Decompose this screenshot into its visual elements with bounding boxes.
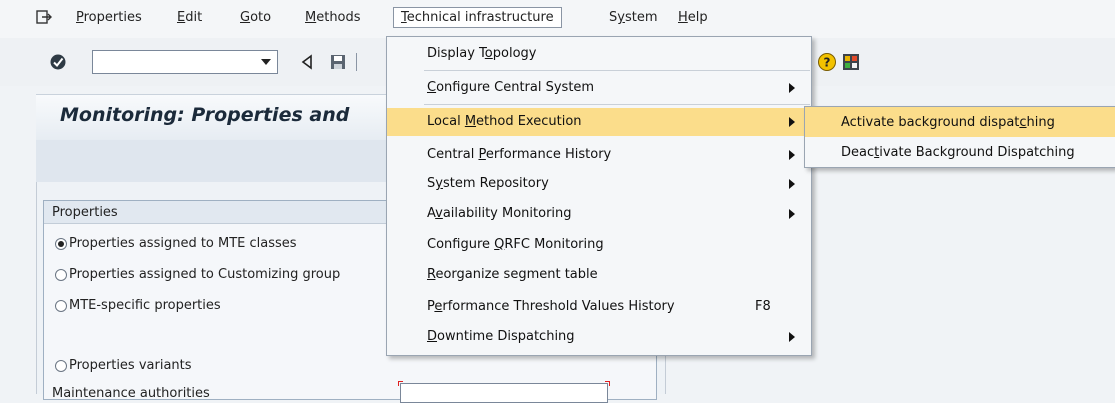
- radio-customizing-group[interactable]: [55, 269, 67, 281]
- menu-item-configure-qrfc-monitoring[interactable]: Configure QRFC Monitoring: [387, 231, 811, 259]
- radio-mte-classes[interactable]: [55, 238, 67, 250]
- page-title: Monitoring: Properties and: [60, 104, 350, 126]
- menu-methods[interactable]: Methods: [305, 10, 361, 25]
- toolbar-separator: [356, 53, 357, 71]
- check-icon[interactable]: [50, 54, 66, 70]
- menu-separator: [424, 104, 810, 105]
- back-icon[interactable]: [300, 54, 314, 70]
- command-field[interactable]: [92, 50, 278, 74]
- save-icon[interactable]: [330, 54, 346, 70]
- submenu-arrow-icon: [789, 83, 795, 93]
- menu-item-label: System Repository: [427, 176, 549, 191]
- submenu-item-activate-dispatching[interactable]: Activate background dispatching: [805, 107, 1115, 137]
- menu-item-downtime-dispatching[interactable]: Downtime Dispatching: [387, 323, 811, 351]
- dropdown-icon[interactable]: [261, 59, 271, 65]
- submenu-arrow-icon: [789, 209, 795, 219]
- radio-mte-specific[interactable]: [55, 300, 67, 312]
- menu-item-label: Configure Central System: [427, 80, 595, 95]
- submenu-arrow-icon: [789, 117, 795, 127]
- radio-customizing-group-label: Properties assigned to Customizing group: [69, 267, 341, 282]
- menu-goto[interactable]: Goto: [240, 10, 271, 25]
- submenu-item-deactivate-dispatching[interactable]: Deactivate Background Dispatching: [805, 137, 1115, 167]
- menu-item-display-topology[interactable]: Display Topology: [387, 40, 811, 68]
- menu-item-label: Performance Threshold Values History: [427, 299, 675, 314]
- menu-item-local-method-execution[interactable]: Local Method Execution: [387, 108, 811, 136]
- radio-mte-specific-label: MTE-specific properties: [69, 298, 221, 313]
- svg-text:?: ?: [824, 56, 831, 70]
- submenu-arrow-icon: [789, 332, 795, 342]
- menu-item-reorganize-segment-table[interactable]: Reorganize segment table: [387, 261, 811, 289]
- menu-separator: [424, 70, 810, 71]
- menu-item-label: Configure QRFC Monitoring: [427, 237, 604, 252]
- variant-input[interactable]: [400, 383, 608, 403]
- required-marker-icon: [605, 381, 610, 386]
- menu-properties[interactable]: Properties: [76, 10, 142, 25]
- menu-item-label: Downtime Dispatching: [427, 329, 575, 344]
- radio-mte-classes-label: Properties assigned to MTE classes: [69, 236, 297, 251]
- submenu-arrow-icon: [789, 150, 795, 160]
- menu-item-label: Local Method Execution: [427, 114, 582, 129]
- submenu-item-label: Deactivate Background Dispatching: [841, 145, 1075, 160]
- exit-icon[interactable]: [36, 10, 52, 24]
- help-icon[interactable]: ?: [818, 53, 836, 71]
- menu-edit[interactable]: Edit: [177, 10, 202, 25]
- menu-system[interactable]: System: [609, 10, 658, 25]
- menu-technical-infrastructure[interactable]: Technical infrastructure: [393, 7, 562, 28]
- menu-item-label: Availability Monitoring: [427, 206, 572, 221]
- required-marker-icon: [398, 381, 403, 386]
- menu-item-label: Reorganize segment table: [427, 267, 598, 282]
- shortcut-label: F8: [755, 299, 771, 314]
- radio-properties-variants-label: Properties variants: [69, 358, 192, 373]
- menu-item-performance-threshold-history[interactable]: Performance Threshold Values History F8: [387, 293, 811, 321]
- menu-item-system-repository[interactable]: System Repository: [387, 170, 811, 198]
- menu-item-central-performance-history[interactable]: Central Performance History: [387, 141, 811, 169]
- layout-icon[interactable]: [842, 53, 860, 71]
- submenu-item-label: Activate background dispatching: [841, 115, 1055, 130]
- menu-item-availability-monitoring[interactable]: Availability Monitoring: [387, 200, 811, 228]
- submenu-arrow-icon: [789, 179, 795, 189]
- properties-group-title: Properties: [52, 205, 118, 220]
- menu-item-label: Display Topology: [427, 46, 537, 61]
- application-toolbar: [36, 140, 396, 182]
- menu-item-label: Central Performance History: [427, 147, 612, 162]
- menu-item-configure-central-system[interactable]: Configure Central System: [387, 74, 811, 102]
- menu-help[interactable]: Help: [678, 10, 708, 25]
- radio-properties-variants[interactable]: [55, 360, 67, 372]
